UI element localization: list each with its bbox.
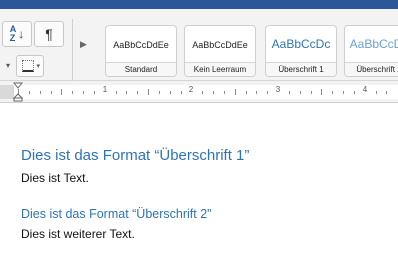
ruler-tick [116,91,117,94]
ruler-tick [181,91,182,94]
ruler-tick [159,91,160,94]
ruler-tick [386,91,387,94]
document-page[interactable]: Dies ist das Format “Überschrift 1” Dies… [0,103,398,262]
ruler-tick [332,91,333,94]
ruler-tick [235,89,236,95]
indent-marker-icon[interactable] [13,82,23,102]
ruler-tick [137,91,138,94]
style-standard[interactable]: AaBbCcDdEe Standard [105,25,177,77]
style-preview: AaBbCcDdEe [113,40,169,50]
style-label: Überschrift 2 [345,62,398,76]
ruler-tick [126,91,127,94]
chevron-down-icon: ▾ [36,63,40,70]
ruler-band [12,85,398,99]
heading-2: Dies ist das Format “Überschrift 2” [21,207,212,221]
sort-icon: AZ [9,24,17,43]
ruler-tick [321,89,322,95]
ruler-tick [29,91,30,94]
ruler-tick [148,89,149,95]
ruler-tick [213,91,214,94]
style-kein-leerraum[interactable]: AaBbCcDdEe Kein Leerraum [184,25,256,77]
gallery-arrow-icon[interactable]: ▶ [80,39,87,50]
ruler-tick [170,91,171,94]
ruler-tick [61,89,62,95]
chevron-down-icon[interactable]: ▾ [6,61,10,70]
ribbon: AZ ↓ ¶ ▾ ▾ ▶ AaBbCcDdEe Standard AaBbCcD… [0,9,398,85]
body-text: Dies ist weiterer Text. [21,227,135,241]
ruler-tick [246,91,247,94]
show-formatting-button[interactable]: ¶ [34,21,64,47]
ruler-number: 4 [362,85,368,94]
ruler-tick [311,91,312,94]
ruler-tick [224,91,225,94]
ribbon-separator [72,19,73,85]
body-text: Dies ist Text. [21,171,89,185]
ruler-tick [51,91,52,94]
ruler-number: 2 [188,85,194,94]
borders-button[interactable]: ▾ [16,55,44,77]
style-preview: AaBbCcDc [271,37,331,51]
ruler-tick [300,91,301,94]
ruler-tick [289,91,290,94]
paragraph-mark-icon: ¶ [45,26,53,42]
style-ueberschrift-2[interactable]: AaBbCcDc Überschrift 2 [344,25,398,77]
style-label: Überschrift 1 [266,62,336,76]
style-label: Kein Leerraum [185,62,255,76]
ruler-tick [354,91,355,94]
ruler-tick [72,91,73,94]
ruler-tick [267,91,268,94]
ruler[interactable]: 1 2 3 4 [0,81,398,103]
ruler-number: 1 [102,85,108,94]
ruler-tick [343,91,344,94]
ruler-tick [256,91,257,94]
sort-button[interactable]: AZ ↓ [2,21,32,47]
ruler-tick [83,91,84,94]
borders-icon [22,60,34,72]
ruler-tick [202,91,203,94]
ruler-number: 3 [275,85,281,94]
style-preview: AaBbCcDdEe [192,40,248,50]
window-titlebar [0,0,398,9]
sort-arrow-icon: ↓ [18,27,25,41]
ruler-tick [94,91,95,94]
style-ueberschrift-1[interactable]: AaBbCcDc Überschrift 1 [265,25,337,77]
heading-1: Dies ist das Format “Überschrift 1” [21,147,250,164]
style-label: Standard [106,62,176,76]
ruler-tick [376,91,377,94]
style-preview: AaBbCcDc [349,37,398,51]
ruler-margin [0,85,14,99]
ruler-tick [40,91,41,94]
